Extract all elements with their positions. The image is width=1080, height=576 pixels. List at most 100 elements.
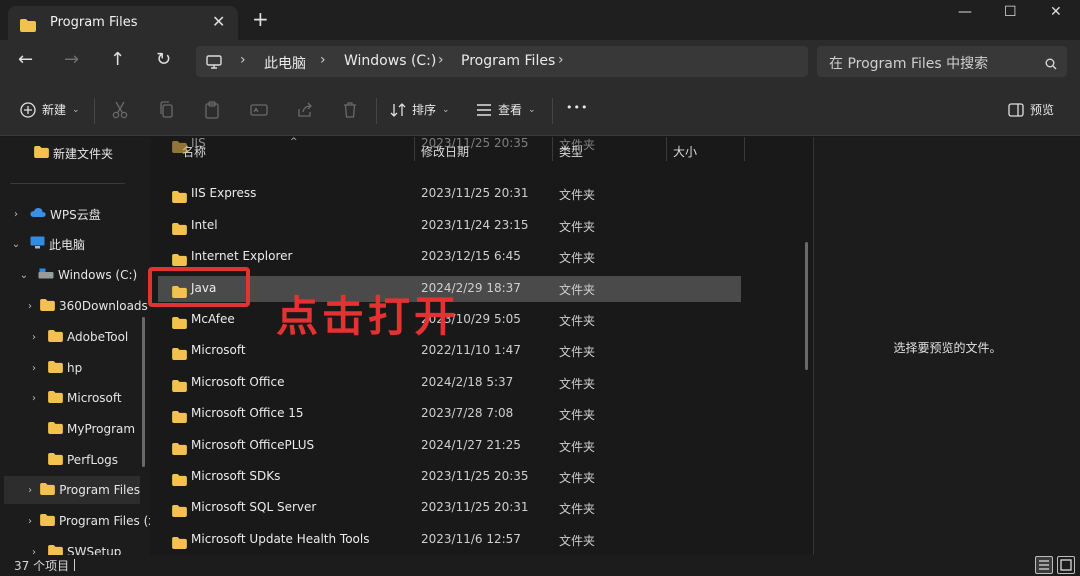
chevron-right-icon[interactable]: ›: [28, 363, 40, 374]
file-row[interactable]: Microsoft Update Health Tools 2023/11/6 1…: [158, 527, 741, 553]
folder-icon: [48, 452, 63, 468]
drive-icon: [38, 268, 54, 282]
details-view-icon: [1039, 560, 1049, 570]
refresh-button[interactable]: ↻: [156, 50, 171, 70]
file-row[interactable]: Microsoft OfficePLUS 2024/1/27 21:25 文件夹: [158, 433, 741, 459]
divider: [94, 98, 95, 124]
file-row[interactable]: Microsoft Office 2024/2/18 5:37 文件夹: [158, 370, 741, 396]
sidebar-item-this-pc[interactable]: ⌄ 此电脑: [10, 230, 145, 258]
sidebar-item-windows-c[interactable]: ⌄ Windows (C:): [18, 261, 145, 289]
folder-icon: [172, 345, 187, 364]
chevron-right-icon[interactable]: ›: [28, 516, 32, 527]
file-row[interactable]: Microsoft Office 15 2023/7/28 7:08 文件夹: [158, 401, 741, 427]
cloud-icon: [30, 207, 46, 221]
sidebar-item-wps-cloud[interactable]: › WPS云盘: [10, 200, 145, 228]
back-button[interactable]: ←: [18, 50, 33, 70]
column-divider[interactable]: [744, 137, 745, 161]
chevron-right-icon: ›: [558, 52, 564, 68]
file-name: IIS Express: [191, 186, 257, 201]
delete-icon[interactable]: [342, 101, 358, 123]
up-button[interactable]: ↑: [110, 50, 125, 70]
new-tab-button[interactable]: +: [252, 9, 269, 29]
maximize-button[interactable]: ☐: [1004, 4, 1017, 20]
sidebar-item-hp[interactable]: › hp: [28, 354, 140, 382]
sidebar-item-swsetup[interactable]: › SWSetup: [28, 538, 140, 555]
chevron-right-icon: ›: [240, 52, 246, 68]
file-type: 文件夹: [559, 219, 596, 234]
file-name: Microsoft Update Health Tools: [191, 531, 370, 546]
file-row[interactable]: Intel 2023/11/24 23:15 文件夹: [158, 213, 741, 239]
sidebar-item-microsoft[interactable]: › Microsoft: [28, 384, 140, 412]
file-type: 文件夹: [559, 314, 596, 328]
new-button[interactable]: 新建 ⌄: [20, 101, 80, 118]
sort-button[interactable]: 排序 ⌄: [390, 101, 450, 118]
chevron-down-icon[interactable]: ⌄: [18, 270, 30, 281]
breadcrumb-this-pc[interactable]: 此电脑: [264, 53, 306, 73]
cut-icon[interactable]: [112, 101, 128, 123]
sidebar-item-adobetool[interactable]: › AdobeTool: [28, 323, 140, 351]
tiles-view-button[interactable]: [1057, 556, 1075, 574]
chevron-right-icon[interactable]: ›: [28, 301, 32, 312]
file-name: Microsoft Office 15: [191, 406, 304, 421]
sidebar-item-perflogs[interactable]: PerfLogs: [28, 446, 140, 474]
chevron-right-icon[interactable]: ›: [28, 332, 40, 343]
file-date: 2023/11/24 23:15: [421, 217, 529, 232]
copy-icon[interactable]: [158, 101, 174, 123]
file-type: 文件夹: [559, 408, 596, 423]
new-label: 新建: [42, 103, 67, 117]
sidebar-item-label: Windows (C:): [58, 268, 138, 282]
file-row[interactable]: Microsoft SQL Server 2023/11/25 20:31 文件夹: [158, 495, 741, 521]
file-list-scrollbar[interactable]: [805, 242, 808, 370]
file-date: 2022/11/10 1:47: [421, 343, 521, 358]
sidebar-item-new-folder[interactable]: 新建文件夹: [22, 139, 142, 167]
tab-program-files[interactable]: Program Files ✕: [8, 6, 238, 40]
file-date: 2023/7/28 7:08: [421, 406, 514, 421]
command-bar: 新建 ⌄ 排序 ⌄ 查看 ⌄ ••• 预览: [0, 86, 1080, 136]
sidebar-item-label: Program Files (x86): [59, 514, 150, 528]
file-date: 2023/11/6 12:57: [421, 531, 521, 546]
chevron-right-icon: ›: [320, 52, 326, 68]
address-bar[interactable]: › 此电脑 › Windows (C:) › Program Files ›: [196, 46, 808, 77]
file-type: 文件夹: [559, 439, 596, 454]
sidebar-divider: [10, 183, 125, 184]
tab-title: Program Files: [50, 15, 138, 30]
minimize-button[interactable]: —: [958, 4, 972, 20]
share-icon[interactable]: [296, 101, 314, 123]
chevron-right-icon[interactable]: ›: [10, 209, 22, 220]
status-bar: 37 个项目: [0, 555, 1080, 576]
breadcrumb-windows-c[interactable]: Windows (C:): [344, 53, 436, 69]
sidebar-item-label: 360Downloads: [59, 299, 148, 313]
file-row[interactable]: IIS 2023/11/25 20:35 文件夹: [158, 137, 741, 157]
details-view-button[interactable]: [1035, 556, 1053, 574]
file-name: Microsoft SQL Server: [191, 500, 317, 515]
more-options-button[interactable]: •••: [566, 101, 588, 114]
chevron-right-icon[interactable]: ›: [28, 393, 40, 404]
forward-button[interactable]: →: [64, 50, 79, 70]
sidebar-item-program-files-x86[interactable]: › Program Files (x86): [28, 507, 150, 535]
chevron-down-icon[interactable]: ⌄: [10, 239, 22, 250]
folder-icon: [40, 513, 55, 529]
chevron-down-icon: ⌄: [72, 104, 80, 115]
file-name: Microsoft OfficePLUS: [191, 437, 315, 452]
file-row[interactable]: Microsoft SDKs 2023/11/25 20:35 文件夹: [158, 464, 741, 490]
tab-close-icon[interactable]: ✕: [212, 12, 225, 31]
file-list: ^ 名称 修改日期 类型 大小 IIS 2023/11/25 20:35 文件夹 II…: [150, 137, 812, 555]
preview-pane-button[interactable]: 预览: [1008, 101, 1054, 118]
sidebar-scrollbar[interactable]: [142, 317, 145, 467]
folder-icon: [48, 544, 63, 555]
file-row[interactable]: IIS Express 2023/11/25 20:31 文件夹: [158, 181, 741, 207]
sidebar-item-program-files[interactable]: › Program Files: [4, 476, 140, 504]
folder-icon: [172, 440, 187, 459]
view-button[interactable]: 查看 ⌄: [476, 101, 536, 118]
paste-icon[interactable]: [204, 101, 220, 123]
status-separator: [74, 559, 75, 571]
chevron-right-icon[interactable]: ›: [28, 547, 40, 556]
close-window-button[interactable]: ✕: [1050, 4, 1062, 20]
file-type: 文件夹: [559, 251, 596, 266]
chevron-right-icon[interactable]: ›: [28, 485, 32, 496]
search-input[interactable]: 在 Program Files 中搜索: [817, 46, 1067, 77]
breadcrumb-program-files[interactable]: Program Files: [461, 53, 555, 69]
sidebar-item-360downloads[interactable]: › 360Downloads: [28, 292, 148, 320]
rename-icon[interactable]: [250, 101, 268, 123]
sidebar-item-myprogram[interactable]: MyProgram: [28, 415, 140, 443]
